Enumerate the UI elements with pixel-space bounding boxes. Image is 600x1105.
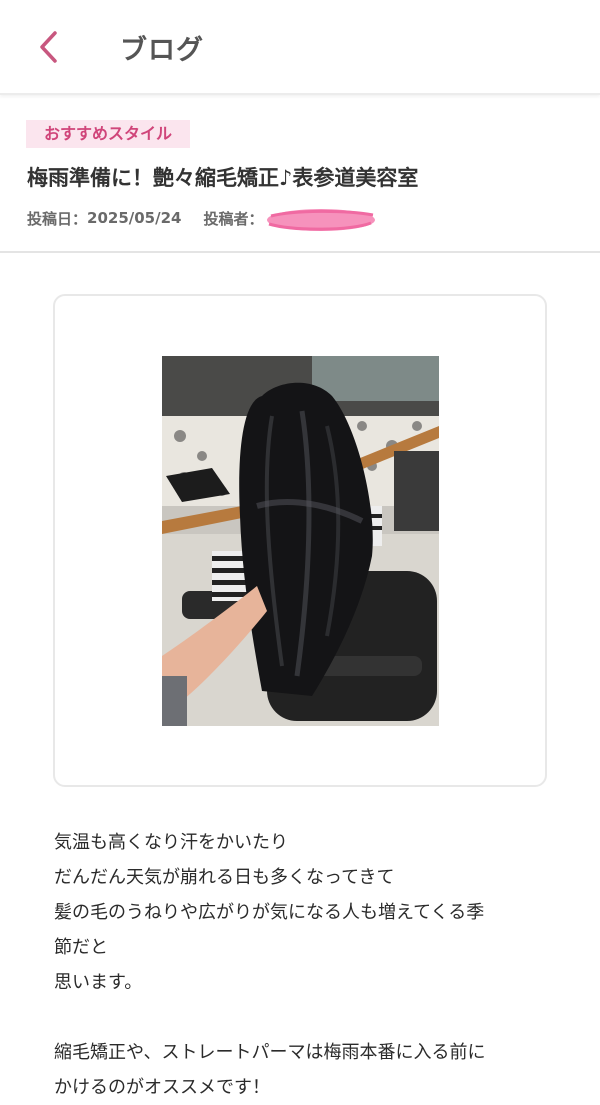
page-title: ブログ [120,35,204,66]
body-line: 髪の毛のうねりや広がりが気になる人も増えてくる季 [54,902,485,923]
body-line: だんだん天気が崩れる日も多くなってきて [54,867,395,888]
body-line: 思います。 [54,972,143,993]
author-label: 投稿者： [203,209,264,228]
body-line [54,1000,554,1035]
post-date: 2025/05/24 [87,209,182,227]
post-meta: おすすめスタイル 梅雨準備に！艶々縮毛矯正♪表参道美容室 投稿日： 2025/0… [0,97,600,253]
post-title: 梅雨準備に！艶々縮毛矯正♪表参道美容室 [27,166,419,190]
body-line: かけるのがオススメです！ [54,1077,270,1098]
image-card [53,294,547,787]
body-line: 節だと [54,937,108,958]
post-body: 気温も高くなり汗をかいたり だんだん天気が崩れる日も多くなってきて 髪の毛のうね… [54,825,554,1105]
chevron-left-icon [40,31,57,63]
category-tag[interactable]: おすすめスタイル [26,120,191,148]
post-info: 投稿日： 2025/05/24 投稿者： [27,205,377,231]
date-label: 投稿日： [27,209,88,228]
hair-style-photo[interactable] [162,356,439,726]
body-line: 縮毛矯正や、ストレートパーマは梅雨本番に入る前に [54,1042,486,1063]
app-header: ブログ [0,0,600,95]
author-redaction [267,209,376,231]
body-line: 気温も高くなり汗をかいたり [54,832,288,853]
back-button[interactable] [28,24,68,70]
